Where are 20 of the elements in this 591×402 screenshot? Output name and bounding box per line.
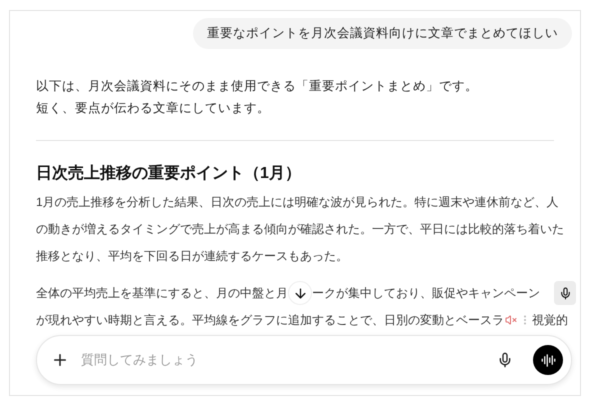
scroll-down-button[interactable] [288, 281, 312, 306]
message-field[interactable]: 質問してみましょう [36, 335, 572, 385]
mic-toggle-button[interactable] [554, 281, 576, 306]
arrow-down-icon [292, 286, 308, 301]
mute-icon[interactable] [505, 314, 517, 326]
microphone-icon[interactable] [497, 352, 513, 368]
paragraph-line: 全体の平均売上を基準にすると、月の中盤と月 [36, 285, 288, 302]
voice-mode-button[interactable] [533, 345, 563, 375]
audio-waveform-icon [540, 352, 556, 368]
microphone-icon [558, 286, 572, 300]
user-message: 重要なポイントを月次会議資料向けに文章でまとめてほしい [193, 18, 572, 49]
paragraph-line: ークが集中しており、販促やキャンペーン [312, 285, 540, 302]
body-paragraph: 1月の売上推移を分析した結果、日次の売上には明確な波が見られた。特に週末や連休前など、人の動きが増えるタイミングで売上が高まる傾向が確認された。一方で、平日には比較的落ち着いた推移となり、平均を下回る日が連続するケースもあった。 [36, 194, 565, 265]
add-icon[interactable] [51, 351, 69, 369]
message-input[interactable]: 質問してみましょう [81, 350, 485, 370]
paragraph-line: 視覚的 [532, 312, 568, 330]
paragraph-line: が現れやすい時期と言える。平均線をグラフに追加することで、日別の変動とベースラ [36, 312, 504, 330]
intro-text: 短く、要点が伝わる文章にしています。 [36, 100, 271, 117]
section-heading: 日次売上推移の重要ポイント（1月） [36, 163, 302, 184]
intro-text: 以下は、月次会議資料にそのまま使用できる「重要ポイントまとめ」です。 [36, 78, 479, 95]
